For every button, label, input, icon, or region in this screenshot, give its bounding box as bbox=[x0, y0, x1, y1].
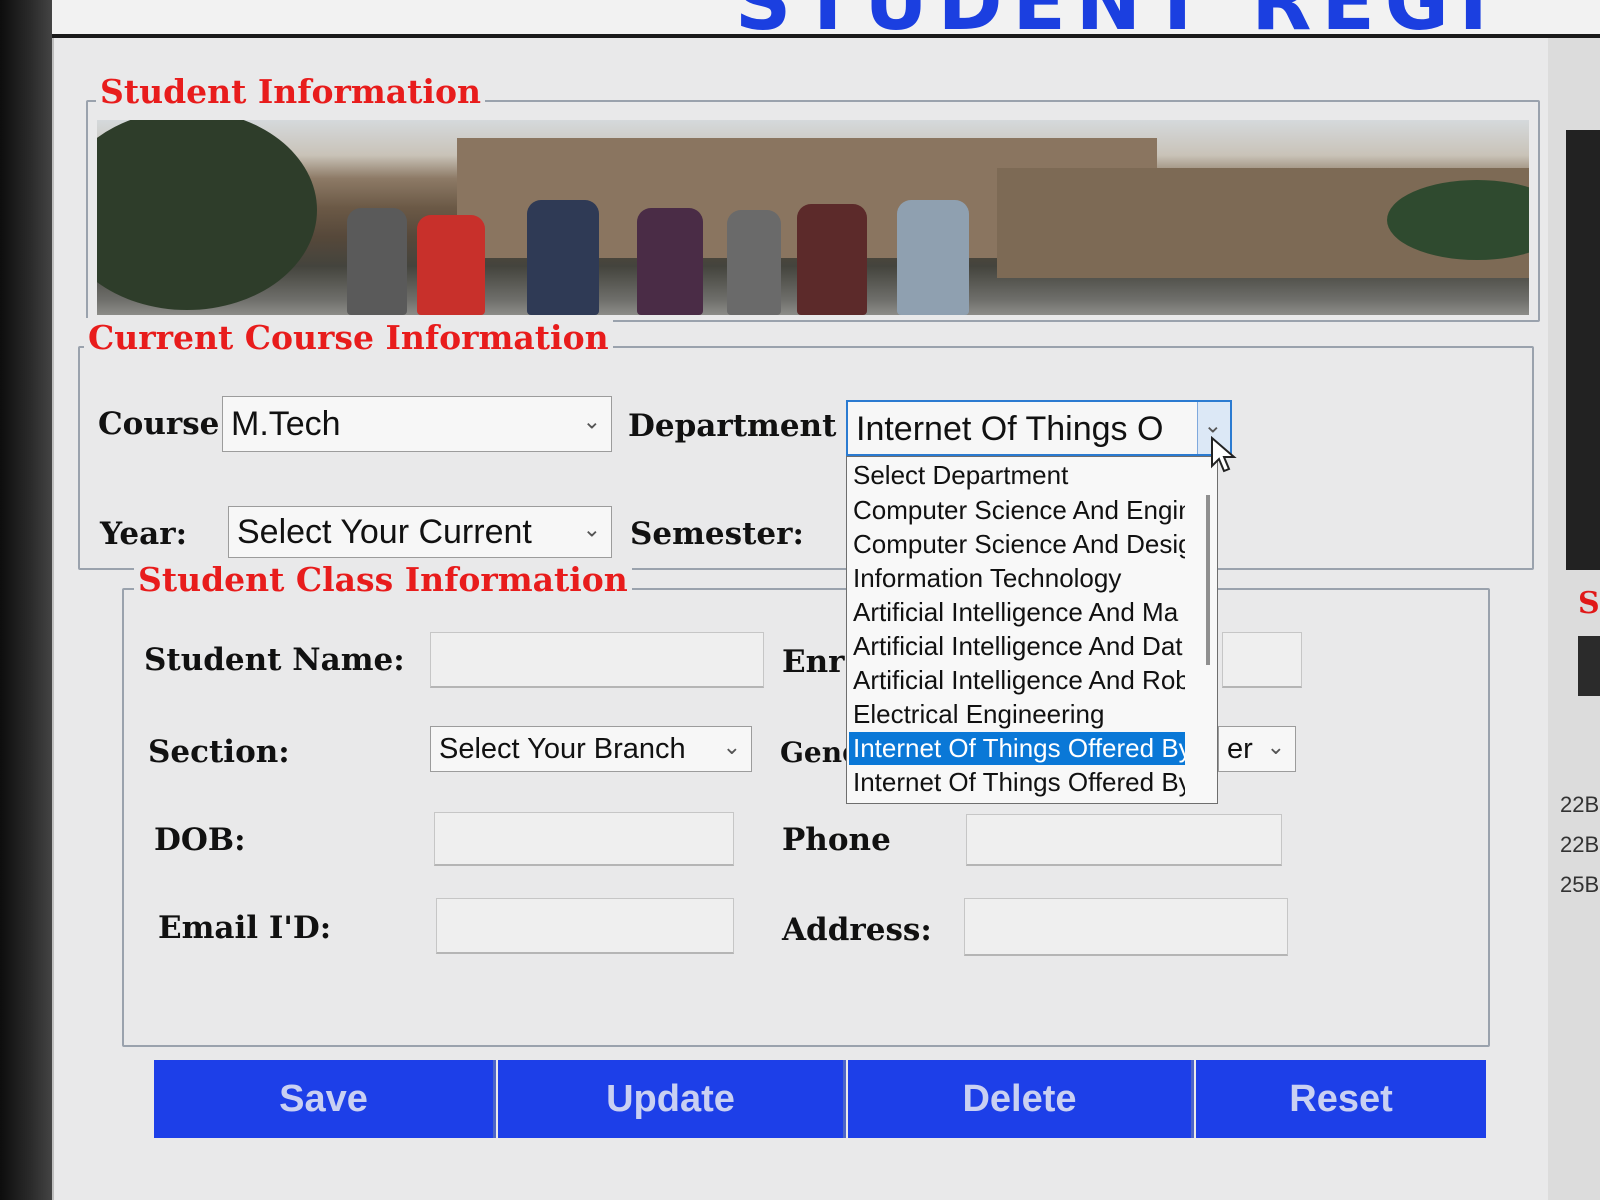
department-value: Internet Of Things O bbox=[856, 410, 1164, 448]
student-name-label: Student Name: bbox=[144, 642, 405, 678]
section-label: Section: bbox=[148, 734, 290, 770]
right-list-item[interactable]: 22B bbox=[1560, 832, 1599, 858]
student-name-field[interactable] bbox=[430, 632, 764, 688]
phone-label: Phone bbox=[782, 822, 891, 858]
department-select[interactable]: Internet Of Things O ⌄ bbox=[846, 400, 1232, 456]
gender-select[interactable]: er ⌄ bbox=[1218, 726, 1296, 772]
course-select[interactable]: M.Tech ⌄ bbox=[222, 396, 612, 452]
section-select[interactable]: Select Your Branch ⌄ bbox=[430, 726, 752, 772]
course-value: M.Tech bbox=[231, 405, 341, 443]
chevron-down-icon: ⌄ bbox=[582, 408, 601, 434]
department-option[interactable]: Computer Science And Desig bbox=[849, 528, 1185, 561]
delete-button[interactable]: Delete bbox=[848, 1060, 1194, 1138]
section-value: Select Your Branch bbox=[439, 733, 686, 765]
department-option[interactable]: Electrical Engineering bbox=[849, 698, 1185, 731]
campus-photo bbox=[97, 120, 1529, 315]
department-option[interactable]: Internet Of Things Offered By bbox=[849, 766, 1185, 799]
screen-bezel bbox=[0, 0, 52, 1200]
year-select[interactable]: Select Your Current ⌄ bbox=[228, 506, 612, 558]
department-option-selected[interactable]: Internet Of Things Offered By bbox=[849, 732, 1185, 765]
save-button[interactable]: Save bbox=[154, 1060, 496, 1138]
right-list-item[interactable]: 25B bbox=[1560, 872, 1599, 898]
semester-label: Semester: bbox=[630, 516, 804, 552]
department-dropdown-list[interactable]: Select Department Computer Science And E… bbox=[846, 456, 1218, 804]
right-list-item[interactable]: 22B bbox=[1560, 792, 1599, 818]
department-option[interactable]: Information Technology bbox=[849, 562, 1185, 595]
right-panel-widget bbox=[1578, 636, 1600, 696]
course-info-title: Current Course Information bbox=[84, 318, 613, 357]
gender-value: er bbox=[1227, 733, 1253, 765]
address-field[interactable] bbox=[964, 898, 1288, 956]
dob-field[interactable] bbox=[434, 812, 734, 866]
phone-field[interactable] bbox=[966, 814, 1282, 866]
course-label: Course bbox=[98, 406, 220, 442]
right-panel-label: S bbox=[1578, 586, 1600, 621]
mouse-cursor-icon bbox=[1211, 436, 1237, 473]
enrollment-field[interactable] bbox=[1222, 632, 1302, 688]
department-option[interactable]: Artificial Intelligence And Dat bbox=[849, 630, 1185, 663]
department-label: Department bbox=[628, 408, 837, 444]
year-label: Year: bbox=[100, 516, 188, 552]
chevron-down-icon: ⌄ bbox=[722, 733, 741, 759]
update-button[interactable]: Update bbox=[498, 1060, 846, 1138]
chevron-down-icon: ⌄ bbox=[1266, 733, 1285, 759]
student-info-title: Student Information bbox=[96, 72, 485, 111]
class-info-title: Student Class Information bbox=[134, 560, 632, 599]
department-option[interactable]: Computer Science And Engin bbox=[849, 494, 1185, 527]
department-option[interactable]: Artificial Intelligence And Rob bbox=[849, 664, 1185, 697]
email-label: Email I'D: bbox=[158, 910, 332, 946]
enrollment-label: Enr bbox=[782, 644, 845, 680]
address-label: Address: bbox=[782, 912, 932, 948]
dropdown-scrollbar[interactable] bbox=[1206, 495, 1210, 665]
department-option[interactable]: Select Department bbox=[849, 459, 1185, 492]
department-option[interactable]: Artificial Intelligence And Ma bbox=[849, 596, 1185, 629]
dob-label: DOB: bbox=[154, 822, 246, 858]
reset-button[interactable]: Reset bbox=[1196, 1060, 1486, 1138]
right-table-area bbox=[1566, 130, 1600, 570]
chevron-down-icon: ⌄ bbox=[582, 516, 601, 542]
email-field[interactable] bbox=[436, 898, 734, 954]
year-value: Select Your Current bbox=[237, 513, 532, 551]
